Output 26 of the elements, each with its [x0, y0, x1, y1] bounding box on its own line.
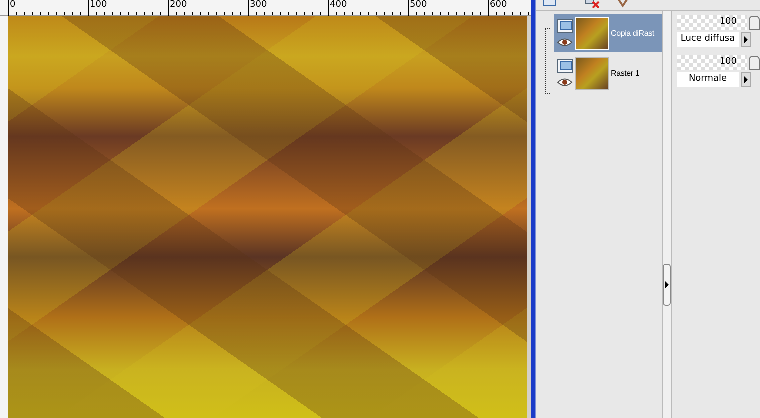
layer-row[interactable]: Raster 1: [554, 54, 662, 92]
opacity-field[interactable]: 100: [677, 15, 747, 30]
ruler-label: 100: [89, 0, 108, 10]
ruler-label: 200: [169, 0, 188, 10]
layer-thumbnail: [575, 56, 609, 90]
group-bracket: [545, 28, 550, 94]
lock-icon[interactable]: [749, 16, 760, 30]
layer-name: Copia diRast: [611, 28, 654, 38]
layer-name: Raster 1: [611, 68, 640, 78]
blend-mode-dropdown[interactable]: Luce diffusa: [677, 32, 739, 47]
ruler-label: 500: [409, 0, 428, 10]
layer-thumbnail: [575, 16, 609, 50]
raster-layer-icon: [557, 59, 573, 73]
lock-icon[interactable]: [749, 56, 760, 70]
new-layer-icon[interactable]: [543, 0, 559, 8]
ruler-label: 300: [249, 0, 268, 10]
ruler-label: 400: [329, 0, 348, 10]
ruler-label: 600: [489, 0, 508, 10]
eye-icon[interactable]: [557, 78, 573, 87]
delete-icon[interactable]: [585, 0, 601, 8]
blend-mode-dropdown[interactable]: Normale: [677, 72, 739, 87]
opacity-field[interactable]: 100: [677, 55, 747, 70]
splitter-handle[interactable]: [663, 264, 671, 306]
eye-icon[interactable]: [557, 38, 573, 47]
ruler-label: 0: [9, 0, 16, 10]
raster-layer-icon: [557, 19, 573, 33]
